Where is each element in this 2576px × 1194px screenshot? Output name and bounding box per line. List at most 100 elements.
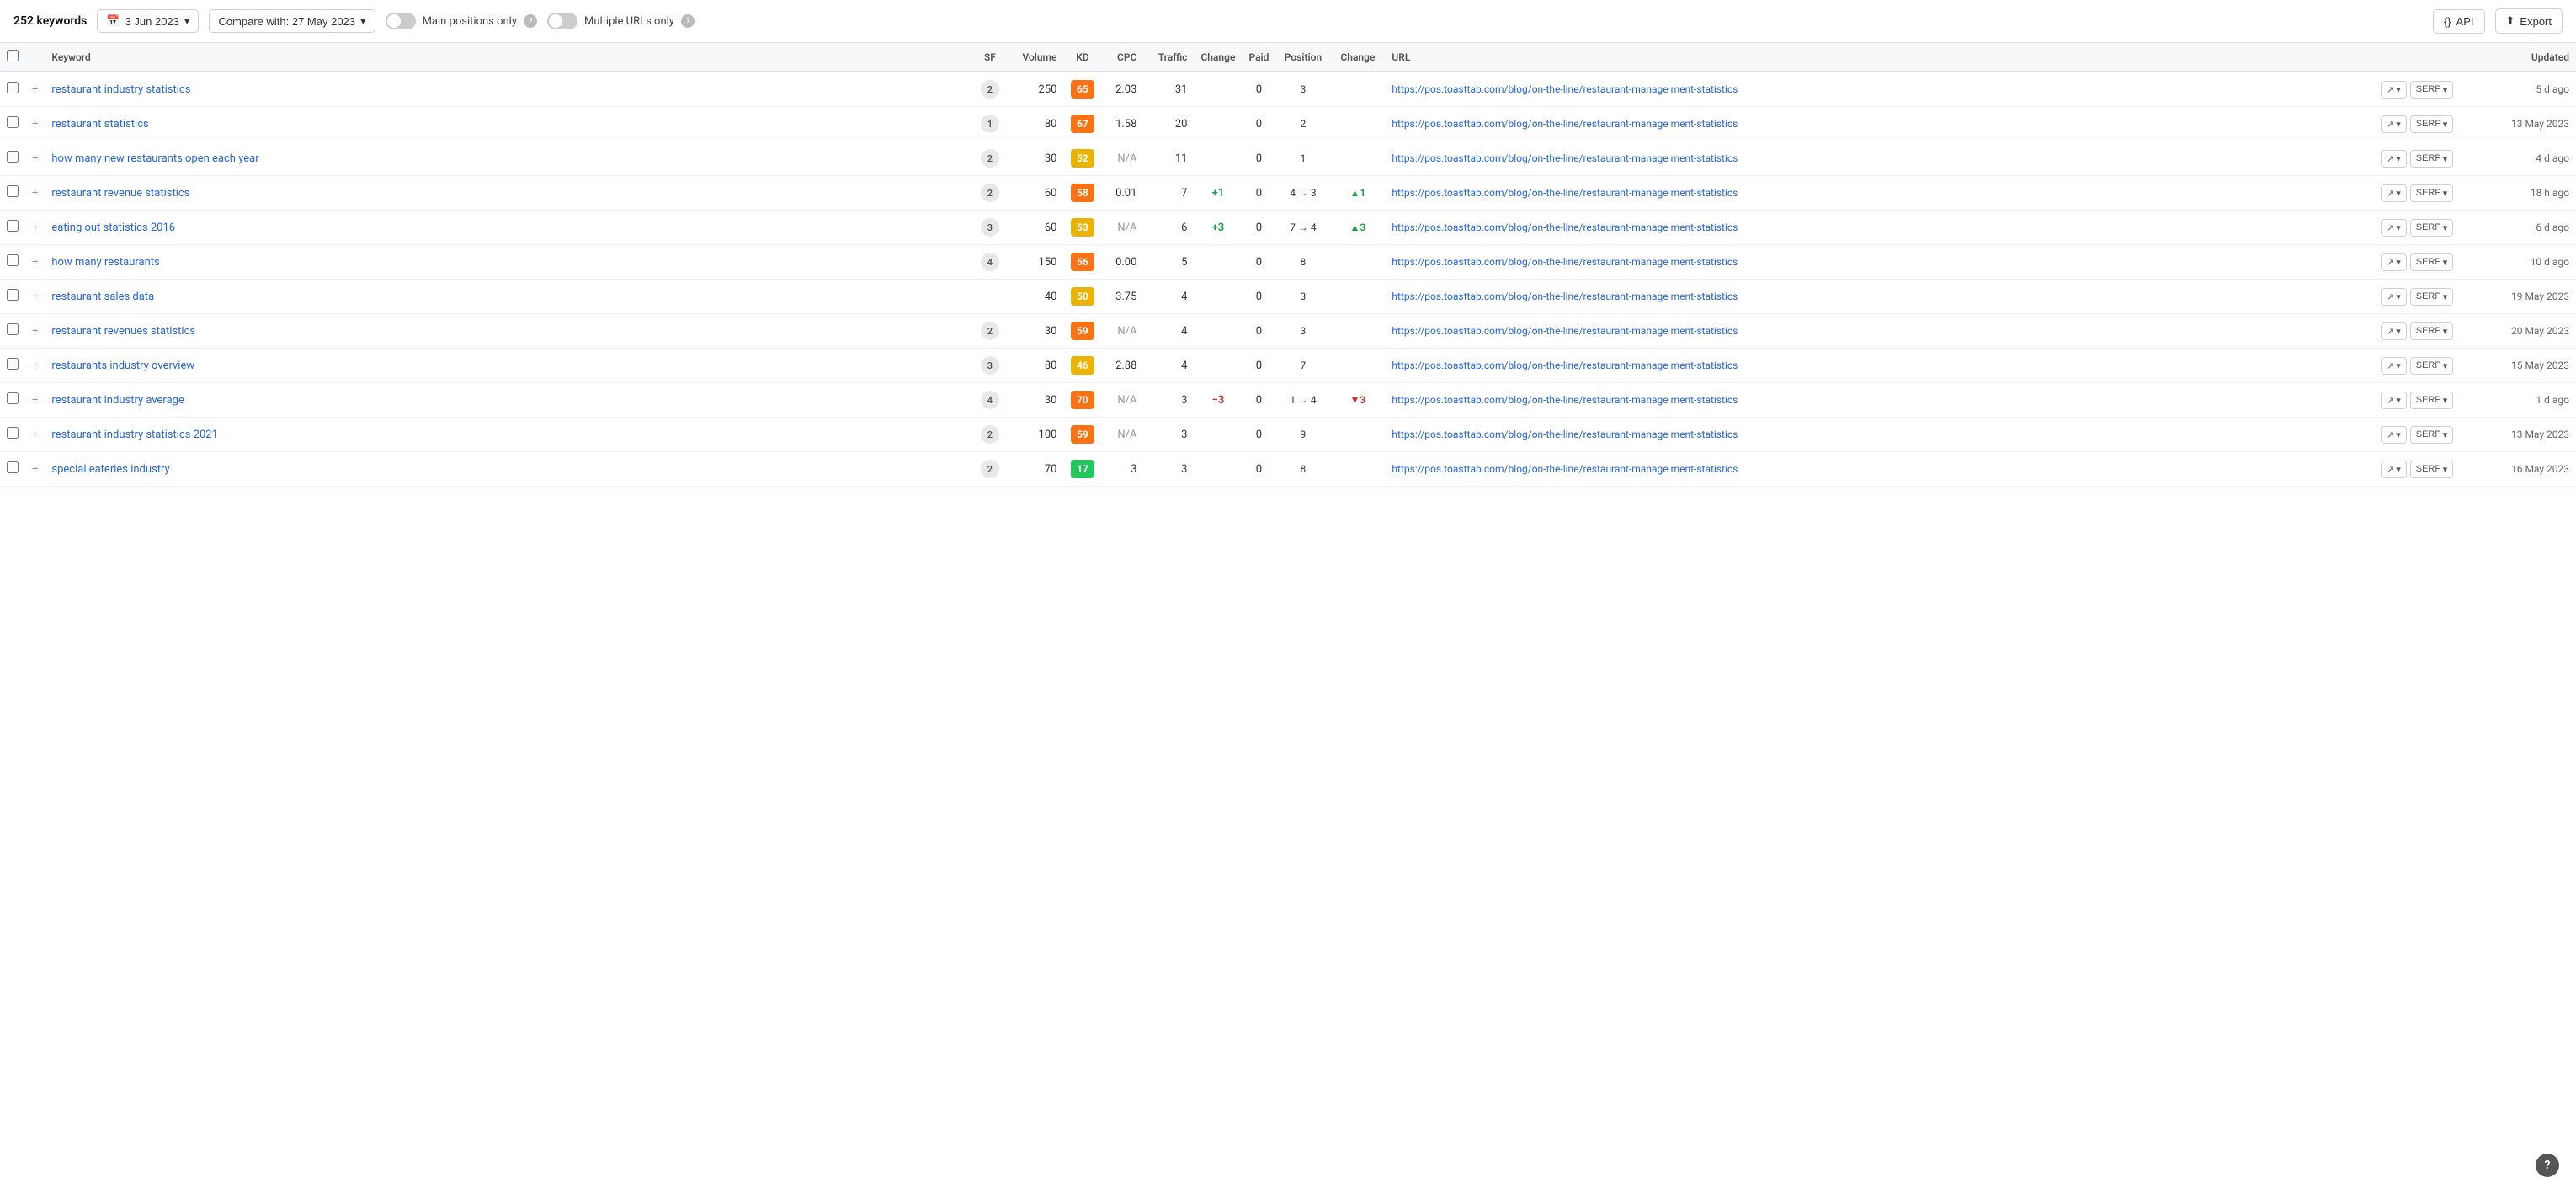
chart-button[interactable]: ↗ ▾	[2381, 461, 2407, 478]
serp-button[interactable]: SERP ▾	[2410, 81, 2454, 99]
header-position[interactable]: Position	[1275, 43, 1330, 72]
serp-button[interactable]: SERP ▾	[2410, 357, 2454, 375]
header-traffic[interactable]: Traffic	[1143, 43, 1194, 72]
url-link[interactable]: https://pos.toasttab.com/blog/on-the-lin…	[1392, 117, 2367, 131]
row-expand-button[interactable]: +	[25, 280, 45, 314]
row-expand-button[interactable]: +	[25, 314, 45, 349]
keyword-link[interactable]: restaurant revenue statistics	[51, 187, 189, 200]
row-checkbox[interactable]	[7, 323, 19, 335]
serp-button[interactable]: SERP ▾	[2410, 288, 2454, 306]
chart-button[interactable]: ↗ ▾	[2381, 288, 2407, 306]
url-link[interactable]: https://pos.toasttab.com/blog/on-the-lin…	[1392, 255, 2367, 269]
keyword-link[interactable]: how many restaurants	[51, 256, 159, 269]
row-expand-button[interactable]: +	[25, 176, 45, 211]
row-traffic-change: +1	[1194, 176, 1242, 211]
row-checkbox[interactable]	[7, 358, 19, 370]
keyword-link[interactable]: restaurant industry average	[51, 394, 184, 407]
chart-button[interactable]: ↗ ▾	[2381, 184, 2407, 202]
row-expand-button[interactable]: +	[25, 141, 45, 176]
serp-button[interactable]: SERP ▾	[2410, 115, 2454, 133]
header-paid[interactable]: Paid	[1242, 43, 1275, 72]
help-button[interactable]: ?	[2536, 1154, 2559, 1177]
header-updated[interactable]: Updated	[2492, 43, 2576, 72]
url-link[interactable]: https://pos.toasttab.com/blog/on-the-lin…	[1392, 186, 2367, 200]
keyword-link[interactable]: eating out statistics 2016	[51, 221, 175, 234]
keyword-link[interactable]: special eateries industry	[51, 463, 169, 476]
row-volume: 30	[1009, 141, 1063, 176]
keyword-link[interactable]: restaurant revenues statistics	[51, 325, 195, 338]
header-cpc[interactable]: CPC	[1101, 43, 1143, 72]
row-expand-button[interactable]: +	[25, 383, 45, 418]
keyword-link[interactable]: restaurant industry statistics	[51, 83, 190, 96]
serp-button[interactable]: SERP ▾	[2410, 184, 2454, 202]
date-button[interactable]: 📅 3 Jun 2023 ▾	[97, 9, 199, 33]
row-checkbox[interactable]	[7, 254, 19, 266]
row-checkbox[interactable]	[7, 289, 19, 301]
url-link[interactable]: https://pos.toasttab.com/blog/on-the-lin…	[1392, 221, 2367, 235]
keyword-link[interactable]: restaurant industry statistics 2021	[51, 429, 218, 441]
multiple-urls-help-icon[interactable]: ?	[681, 14, 695, 28]
row-expand-button[interactable]: +	[25, 418, 45, 452]
export-button[interactable]: ⬆ Export	[2495, 8, 2563, 34]
chart-button[interactable]: ↗ ▾	[2381, 322, 2407, 340]
chart-button[interactable]: ↗ ▾	[2381, 253, 2407, 271]
header-keyword[interactable]: Keyword	[45, 43, 971, 72]
header-kd[interactable]: KD	[1063, 43, 1101, 72]
row-expand-button[interactable]: +	[25, 72, 45, 107]
serp-button[interactable]: SERP ▾	[2410, 150, 2454, 168]
chart-button[interactable]: ↗ ▾	[2381, 426, 2407, 444]
row-actions: ↗ ▾ SERP ▾	[2374, 72, 2492, 107]
url-link[interactable]: https://pos.toasttab.com/blog/on-the-lin…	[1392, 83, 2367, 97]
row-checkbox[interactable]	[7, 185, 19, 197]
chart-button[interactable]: ↗ ▾	[2381, 115, 2407, 133]
header-change[interactable]: Change	[1194, 43, 1242, 72]
row-checkbox[interactable]	[7, 427, 19, 439]
api-button[interactable]: {} API	[2433, 9, 2485, 34]
compare-button[interactable]: Compare with: 27 May 2023 ▾	[209, 9, 375, 33]
keyword-link[interactable]: restaurants industry overview	[51, 360, 194, 372]
chart-button[interactable]: ↗ ▾	[2381, 150, 2407, 168]
url-link[interactable]: https://pos.toasttab.com/blog/on-the-lin…	[1392, 152, 2367, 166]
row-expand-button[interactable]: +	[25, 245, 45, 280]
chart-button[interactable]: ↗ ▾	[2381, 81, 2407, 99]
serp-button[interactable]: SERP ▾	[2410, 322, 2454, 340]
select-all-checkbox[interactable]	[7, 50, 19, 61]
row-checkbox[interactable]	[7, 392, 19, 404]
url-link[interactable]: https://pos.toasttab.com/blog/on-the-lin…	[1392, 462, 2367, 477]
url-link[interactable]: https://pos.toasttab.com/blog/on-the-lin…	[1392, 324, 2367, 338]
row-checkbox-cell	[0, 314, 25, 349]
row-traffic: 3	[1143, 418, 1194, 452]
url-link[interactable]: https://pos.toasttab.com/blog/on-the-lin…	[1392, 393, 2367, 408]
serp-button[interactable]: SERP ▾	[2410, 219, 2454, 237]
row-checkbox[interactable]	[7, 461, 19, 473]
chart-button[interactable]: ↗ ▾	[2381, 392, 2407, 409]
row-checkbox[interactable]	[7, 151, 19, 163]
row-expand-button[interactable]: +	[25, 107, 45, 141]
chart-button[interactable]: ↗ ▾	[2381, 219, 2407, 237]
row-expand-button[interactable]: +	[25, 349, 45, 383]
row-checkbox[interactable]	[7, 220, 19, 232]
serp-button[interactable]: SERP ▾	[2410, 461, 2454, 478]
multiple-urls-toggle[interactable]	[547, 13, 577, 29]
row-checkbox[interactable]	[7, 82, 19, 93]
main-positions-toggle[interactable]	[386, 13, 416, 29]
keyword-link[interactable]: how many new restaurants open each year	[51, 152, 258, 165]
row-expand-button[interactable]: +	[25, 452, 45, 487]
row-keyword: restaurant industry average	[45, 383, 971, 418]
row-expand-button[interactable]: +	[25, 211, 45, 245]
header-sf[interactable]: SF	[971, 43, 1009, 72]
serp-button[interactable]: SERP ▾	[2410, 426, 2454, 444]
serp-button[interactable]: SERP ▾	[2410, 392, 2454, 409]
url-link[interactable]: https://pos.toasttab.com/blog/on-the-lin…	[1392, 290, 2367, 304]
serp-button[interactable]: SERP ▾	[2410, 253, 2454, 271]
row-checkbox[interactable]	[7, 116, 19, 128]
keyword-link[interactable]: restaurant sales data	[51, 291, 154, 303]
main-positions-help-icon[interactable]: ?	[524, 14, 537, 28]
url-link[interactable]: https://pos.toasttab.com/blog/on-the-lin…	[1392, 359, 2367, 373]
row-traffic-change	[1194, 452, 1242, 487]
header-volume[interactable]: Volume	[1009, 43, 1063, 72]
url-link[interactable]: https://pos.toasttab.com/blog/on-the-lin…	[1392, 428, 2367, 442]
header-pos-change[interactable]: Change	[1330, 43, 1385, 72]
chart-button[interactable]: ↗ ▾	[2381, 357, 2407, 375]
keyword-link[interactable]: restaurant statistics	[51, 118, 148, 131]
